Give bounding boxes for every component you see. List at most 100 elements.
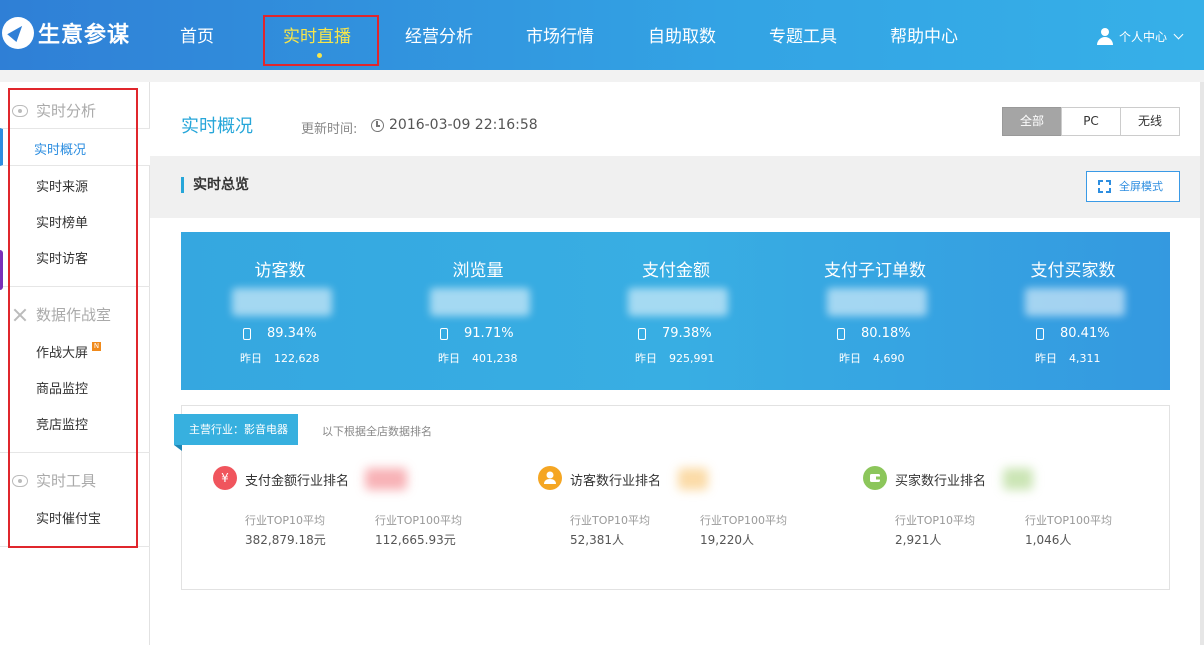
yesterday-value: 122,628: [274, 352, 320, 365]
phone-icon: [440, 327, 448, 340]
nav-help[interactable]: 帮助中心: [890, 26, 958, 48]
stat-label: 浏览量: [452, 261, 504, 281]
stat-label: 访客数: [254, 261, 306, 281]
yesterday-value: 401,238: [472, 352, 518, 365]
overview-title: 实时总览: [181, 177, 249, 193]
fullscreen-button[interactable]: 全屏模式: [1086, 171, 1180, 202]
fullscreen-icon: [1098, 180, 1111, 193]
rank-value-blurred: [1003, 468, 1033, 490]
mobile-pct-value: 89.34%: [267, 326, 317, 341]
ranking-payment-amount: ¥ 支付金额行业排名 行业TOP10平均 382,879.18元 行业TOP100…: [213, 466, 533, 556]
active-nav-highlight: [263, 15, 379, 66]
phone-icon: [837, 327, 845, 340]
industry-tag: 主营行业：影音电器: [174, 414, 298, 451]
stat-buyers: 支付买家数 80.41% 昨日 4,311: [993, 232, 1153, 390]
rank-top100-label: 行业TOP100平均: [375, 514, 463, 527]
yesterday-value: 925,991: [669, 352, 715, 365]
rank-top10-label: 行业TOP10平均: [895, 514, 976, 527]
mobile-pct-value: 80.41%: [1060, 326, 1110, 341]
user-label: 个人中心: [1119, 30, 1168, 44]
stat-payment-amount: 支付金额 79.38% 昨日 925,991: [596, 232, 756, 390]
nav-market[interactable]: 市场行情: [526, 26, 594, 48]
nav-business-analysis[interactable]: 经营分析: [405, 26, 473, 48]
rank-top100-value: 1,046人: [1025, 533, 1072, 547]
page-scrollbar[interactable]: [1200, 82, 1204, 645]
rank-top100: 行业TOP100平均 1,046人: [1025, 512, 1145, 548]
segment-all[interactable]: 全部: [1002, 107, 1062, 136]
stat-label: 支付买家数: [1030, 261, 1116, 281]
stat-mobile-pct: 89.34%: [243, 326, 317, 341]
yesterday-label: 昨日: [635, 352, 657, 365]
sidebar-highlight-box: [8, 88, 138, 548]
side-tab-marker[interactable]: [0, 250, 3, 290]
rank-top100-label: 行业TOP100平均: [700, 514, 788, 527]
wallet-icon: [863, 466, 887, 490]
yesterday-value: 4,690: [873, 352, 905, 365]
phone-icon: [638, 327, 646, 340]
user-icon: [1097, 28, 1113, 45]
update-time-label: 更新时间:: [301, 122, 358, 137]
mobile-pct-value: 91.71%: [464, 326, 514, 341]
segment-pc[interactable]: PC: [1061, 107, 1121, 136]
active-nav-dot: [317, 53, 322, 58]
segment-wireless[interactable]: 无线: [1120, 107, 1180, 136]
mobile-pct-value: 80.18%: [861, 326, 911, 341]
rank-top10-label: 行业TOP10平均: [245, 514, 326, 527]
rank-top10-value: 2,921人: [895, 533, 942, 547]
stat-mobile-pct: 79.38%: [638, 326, 712, 341]
rank-title: 买家数行业排名: [895, 474, 987, 489]
rank-top10-value: 52,381人: [570, 533, 624, 547]
fullscreen-label: 全屏模式: [1119, 180, 1163, 193]
stat-value-blurred: [430, 288, 530, 316]
rank-title: 访客数行业排名: [570, 474, 662, 489]
stat-yesterday: 昨日 122,628: [240, 350, 320, 366]
yesterday-label: 昨日: [438, 352, 460, 365]
person-icon: [538, 466, 562, 490]
rank-top10-value: 382,879.18元: [245, 533, 326, 547]
clock-icon: [371, 119, 384, 132]
realtime-stats-panel: 访客数 89.34% 昨日 122,628 浏览量 91.71% 昨日 401,23…: [181, 232, 1170, 390]
rank-top100: 行业TOP100平均 112,665.93元: [375, 512, 495, 548]
stat-visitors: 访客数 89.34% 昨日 122,628: [200, 232, 360, 390]
stat-value-blurred: [1025, 288, 1125, 316]
nav-home[interactable]: 首页: [180, 26, 214, 48]
ranking-visitors: 访客数行业排名 行业TOP10平均 52,381人 行业TOP100平均 19,22…: [538, 466, 858, 556]
nav-tools[interactable]: 专题工具: [769, 26, 837, 48]
rank-top100-value: 112,665.93元: [375, 533, 456, 547]
stat-label: 支付子订单数: [824, 261, 926, 281]
rank-top10: 行业TOP10平均 382,879.18元: [245, 512, 365, 548]
yesterday-label: 昨日: [1035, 352, 1057, 365]
industry-ranking-card: 主营行业：影音电器 以下根据全店数据排名 ¥ 支付金额行业排名 行业TOP10平…: [174, 405, 1170, 590]
yesterday-label: 昨日: [839, 352, 861, 365]
stat-value-blurred: [232, 288, 332, 316]
stat-yesterday: 昨日 4,311: [1035, 350, 1101, 366]
user-menu[interactable]: 个人中心: [1097, 28, 1184, 45]
logo[interactable]: 生意参谋: [2, 16, 130, 50]
stat-value-blurred: [827, 288, 927, 316]
yesterday-value: 4,311: [1069, 352, 1101, 365]
phone-icon: [243, 327, 251, 340]
overview-header: 实时总览 全屏模式: [150, 156, 1200, 218]
yen-icon: ¥: [213, 466, 237, 490]
ranking-buyers: 买家数行业排名 行业TOP10平均 2,921人 行业TOP100平均 1,046人: [863, 466, 1183, 556]
stat-label: 支付金额: [642, 261, 710, 281]
rank-top10: 行业TOP10平均 52,381人: [570, 512, 690, 548]
rank-top100-label: 行业TOP100平均: [1025, 514, 1113, 527]
rank-top10: 行业TOP10平均 2,921人: [895, 512, 1015, 548]
page-title: 实时概况: [181, 116, 253, 137]
stat-sub-orders: 支付子订单数 80.18% 昨日 4,690: [795, 232, 955, 390]
ranking-note: 以下根据全店数据排名: [322, 425, 432, 438]
nav-data-fetch[interactable]: 自助取数: [648, 26, 716, 48]
rank-top100-value: 19,220人: [700, 533, 754, 547]
chevron-down-icon: [1173, 29, 1184, 40]
stat-mobile-pct: 80.18%: [837, 326, 911, 341]
update-time: 2016-03-09 22:16:58: [389, 117, 538, 133]
main-content: 实时概况 更新时间: 2016-03-09 22:16:58 全部 PC 无线 …: [150, 82, 1200, 645]
rank-top100: 行业TOP100平均 19,220人: [700, 512, 820, 548]
mobile-pct-value: 79.38%: [662, 326, 712, 341]
stat-pageviews: 浏览量 91.71% 昨日 401,238: [398, 232, 558, 390]
stat-yesterday: 昨日 925,991: [635, 350, 715, 366]
yesterday-label: 昨日: [240, 352, 262, 365]
stat-mobile-pct: 91.71%: [440, 326, 514, 341]
stat-yesterday: 昨日 4,690: [839, 350, 905, 366]
